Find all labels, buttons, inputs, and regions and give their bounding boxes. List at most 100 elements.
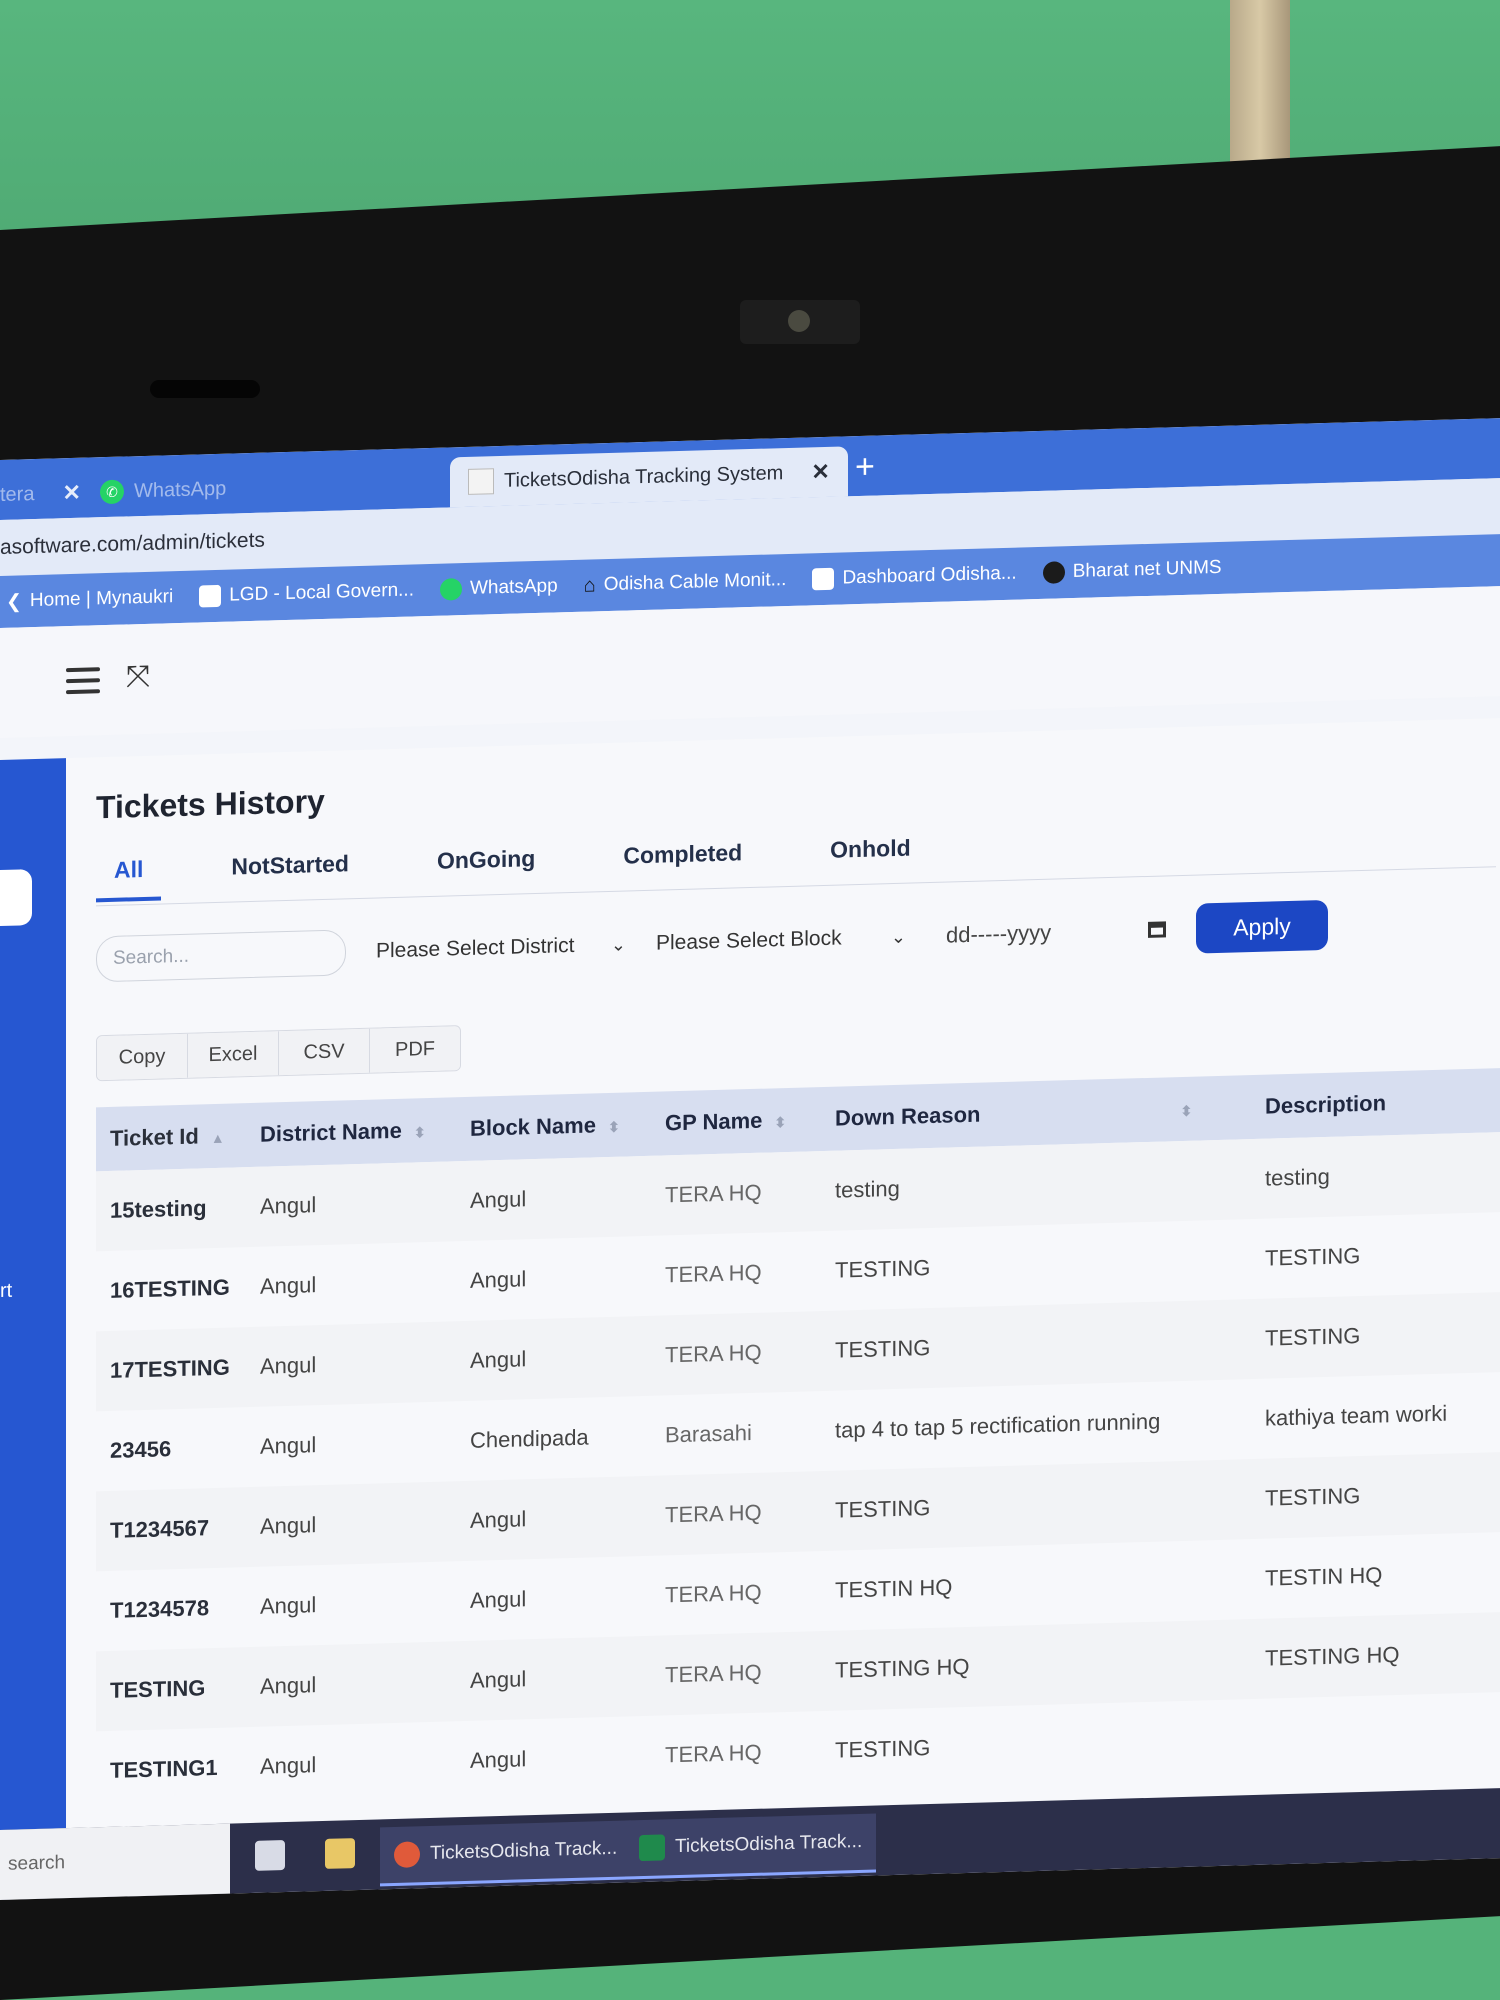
taskbar-app-label: TicketsOdisha Track...	[430, 1837, 618, 1864]
url-text: asoftware.com/admin/tickets	[0, 528, 265, 559]
cell-gp: TERA HQ	[665, 1739, 762, 1768]
tab-onhold[interactable]: Onhold	[812, 834, 928, 882]
cell-ticket-id: 16TESTING	[110, 1274, 230, 1303]
webcam-lens	[788, 310, 810, 332]
bookmark-mynaukri[interactable]: ❮ Home | Mynaukri	[6, 586, 173, 614]
sort-icon[interactable]: ⬍	[608, 1119, 620, 1135]
cell-down-reason: TESTING	[835, 1735, 931, 1763]
cell-gp: TERA HQ	[665, 1579, 762, 1608]
cell-district: Angul	[260, 1512, 317, 1539]
fullscreen-icon[interactable]: ⤧	[126, 660, 150, 695]
bookmark-label: Dashboard Odisha...	[842, 562, 1017, 589]
column-label: Description	[1265, 1090, 1387, 1119]
cell-down-reason: testing	[835, 1175, 900, 1203]
cell-description: TESTING HQ	[1265, 1641, 1400, 1671]
date-input[interactable]: dd-----yyyy	[946, 916, 1166, 948]
date-placeholder: dd-----yyyy	[946, 919, 1052, 948]
cell-description: TESTING	[1265, 1483, 1361, 1511]
hamburger-menu-icon[interactable]	[66, 667, 100, 701]
status-tabs: All NotStarted OnGoing Completed Onhold	[96, 834, 929, 903]
taskbar-app-chrome[interactable]: TicketsOdisha Track...	[380, 1820, 632, 1887]
bookmark-lgd[interactable]: LGD - Local Govern...	[199, 579, 414, 608]
house-icon: ⌂	[583, 573, 596, 597]
sort-icon[interactable]: ▲	[211, 1130, 225, 1146]
tab-all[interactable]: All	[96, 855, 162, 903]
file-explorer-icon[interactable]	[325, 1838, 355, 1869]
cell-description	[1251, 1732, 1500, 1739]
chevron-down-icon: ⌄	[890, 926, 906, 947]
whatsapp-icon	[439, 578, 462, 601]
column-label: Ticket Id	[110, 1123, 199, 1151]
tab-ongoing[interactable]: OnGoing	[419, 845, 553, 894]
column-label: Down Reason	[835, 1101, 981, 1131]
globe-icon	[1042, 561, 1065, 584]
bookmark-dashboard-odisha[interactable]: Dashboard Odisha...	[812, 562, 1017, 591]
column-label: District Name	[260, 1117, 402, 1147]
cell-block: Angul	[470, 1346, 527, 1373]
taskbar-app-excel[interactable]: TicketsOdisha Track...	[625, 1813, 877, 1880]
tab-completed[interactable]: Completed	[605, 839, 760, 888]
column-header-gp[interactable]: GP Name ⬍	[651, 1106, 821, 1137]
taskbar-app-label: TicketsOdisha Track...	[675, 1830, 863, 1858]
block-select[interactable]: Please Select Block ⌄	[656, 925, 906, 956]
cell-ticket-id: 15testing	[110, 1195, 207, 1223]
pdf-button[interactable]: PDF	[370, 1026, 460, 1073]
browser-tab-whatsapp[interactable]: ✆ WhatsApp	[100, 464, 226, 518]
cell-description: kathiya team worki	[1265, 1400, 1448, 1431]
lgd-icon	[199, 584, 222, 608]
cell-block: Chendipada	[470, 1424, 589, 1453]
browser-tab-tera[interactable]: tera ✕	[0, 468, 81, 520]
bookmark-label: Odisha Cable Monit...	[603, 569, 787, 596]
search-input[interactable]: Search...	[96, 929, 346, 983]
new-tab-button[interactable]: +	[855, 448, 875, 488]
tickets-card: Tickets History All NotStarted OnGoing C…	[66, 718, 1500, 1829]
taskbar-search[interactable]: search	[0, 1823, 230, 1900]
bookmark-bharat-net[interactable]: Bharat net UNMS	[1042, 557, 1222, 584]
cell-description: TESTING	[1265, 1323, 1361, 1351]
column-header-down-reason[interactable]: Down Reason ⬍	[821, 1094, 1251, 1132]
tab-label: tera	[0, 482, 35, 506]
cell-gp: TERA HQ	[665, 1179, 762, 1208]
sort-icon[interactable]: ⬍	[1180, 1103, 1192, 1119]
cell-block: Angul	[470, 1186, 527, 1213]
copy-button[interactable]: Copy	[97, 1033, 188, 1081]
cell-down-reason: TESTING	[835, 1495, 931, 1523]
cell-ticket-id: TESTING	[110, 1675, 206, 1703]
cell-gp: TERA HQ	[665, 1659, 762, 1688]
excel-button[interactable]: Excel	[188, 1031, 279, 1078]
cell-down-reason: tap 4 to tap 5 rectification running	[835, 1408, 1161, 1443]
export-buttons: Copy Excel CSV PDF	[96, 1025, 461, 1082]
excel-icon	[639, 1834, 665, 1862]
apply-button[interactable]: Apply	[1196, 899, 1328, 954]
close-tab-icon[interactable]: ✕	[62, 480, 80, 507]
column-header-block[interactable]: Block Name ⬍	[456, 1111, 651, 1142]
district-select[interactable]: Please Select District ⌄	[376, 933, 626, 964]
sort-icon[interactable]: ⬍	[414, 1124, 426, 1140]
csv-button[interactable]: CSV	[279, 1028, 370, 1076]
calendar-icon[interactable]	[1148, 921, 1166, 938]
tab-label: WhatsApp	[134, 477, 227, 502]
chevron-down-icon: ⌄	[610, 934, 626, 955]
cell-district: Angul	[260, 1272, 317, 1299]
sort-icon[interactable]: ⬍	[774, 1114, 786, 1130]
cell-district: Angul	[260, 1592, 317, 1619]
sidebar-active-item[interactable]	[0, 869, 32, 926]
cell-down-reason: TESTING	[835, 1255, 931, 1283]
cell-ticket-id: 23456	[110, 1436, 172, 1463]
column-header-ticket-id[interactable]: Ticket Id ▲	[96, 1122, 246, 1152]
sidebar-item-label[interactable]: rt	[0, 1280, 12, 1303]
bookmark-odisha-cable[interactable]: ⌂ Odisha Cable Monit...	[584, 569, 787, 598]
task-view-icon[interactable]	[255, 1840, 285, 1871]
chrome-icon	[394, 1841, 420, 1868]
cell-block: Angul	[470, 1506, 527, 1533]
close-tab-icon[interactable]: ✕	[811, 459, 829, 486]
cell-block: Angul	[470, 1586, 527, 1613]
filter-bar: Search... Please Select District ⌄ Pleas…	[96, 895, 1328, 989]
tab-notstarted[interactable]: NotStarted	[213, 850, 367, 899]
cell-gp: TERA HQ	[665, 1499, 762, 1528]
tab-label: TicketsOdisha Tracking System	[504, 461, 784, 492]
column-header-description[interactable]: Description	[1251, 1087, 1500, 1120]
bookmark-whatsapp[interactable]: WhatsApp	[439, 575, 558, 601]
column-header-district[interactable]: District Name ⬍	[246, 1116, 456, 1148]
table-body: 15testing Angul Angul TERA HQ testing testing…	[96, 1131, 1500, 1811]
